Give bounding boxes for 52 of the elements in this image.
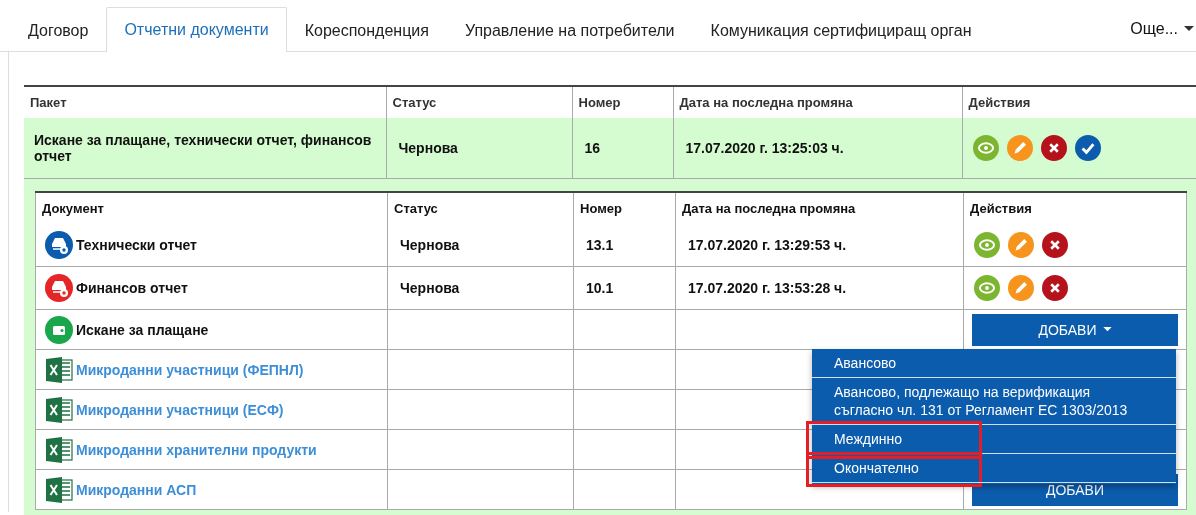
pencil-icon[interactable] (1006, 135, 1033, 161)
document-name: Технически отчет (76, 237, 197, 253)
menu-item[interactable]: Междинно (812, 425, 1176, 454)
spreadsheet-icon (45, 435, 73, 464)
document-name: Искане за плащане (76, 321, 209, 338)
document-link[interactable]: Микроданни АСП (76, 481, 197, 498)
wallet-icon (45, 315, 73, 344)
number-text: 13.1 (586, 237, 614, 253)
pencil-icon[interactable] (1008, 232, 1034, 258)
menu-item[interactable]: Окончателно (812, 454, 1176, 483)
view-icon[interactable] (972, 135, 999, 161)
column-header: Действия (963, 192, 1187, 224)
caret-icon (1184, 26, 1194, 32)
coin-document-icon (45, 274, 73, 302)
column-header: Действия (962, 86, 1196, 118)
table-cell: Чернова (386, 118, 572, 179)
close-icon[interactable] (1042, 275, 1068, 301)
date-text: 17.07.2020 г. 13:53:28 ч. (688, 280, 847, 296)
document-name: Финансов отчет (76, 280, 188, 296)
tab[interactable]: Комуникация сертифициращ орган (692, 8, 990, 52)
spreadsheet-icon (45, 355, 73, 384)
status-text: Чернова (400, 237, 460, 253)
number-text: 10.1 (586, 280, 614, 296)
pencil-icon[interactable] (1008, 275, 1034, 301)
document-link[interactable]: Микроданни участници (ЕСФ) (76, 401, 284, 418)
table-cell: 17.07.2020 г. 13:25:03 ч. (673, 118, 962, 179)
close-icon[interactable] (1042, 232, 1068, 258)
menu-item[interactable]: Авансово, подлежащо на верификация съгласно чл. 131 от Регламент ЕС 1303/2013 (812, 378, 1176, 425)
tab[interactable]: Договор (10, 8, 107, 52)
column-header: Дата на последна промяна (675, 192, 964, 224)
column-header: Статус (387, 192, 574, 224)
table-cell: Искане за плащане, технически отчет, финансов отчет (24, 118, 386, 179)
add-button[interactable]: ДОБАВИ (972, 313, 1178, 346)
tab[interactable]: Отчетни документи (106, 7, 287, 52)
close-icon[interactable] (1040, 135, 1067, 161)
menu-item[interactable]: Авансово (812, 349, 1176, 378)
tab[interactable]: Кореспонденция (286, 8, 447, 52)
caret-icon (1102, 327, 1112, 332)
status-text: Чернова (400, 280, 460, 296)
column-header: Номер (573, 192, 676, 224)
document-link[interactable]: Микроданни участници (ФЕПНЛ) (76, 361, 304, 378)
table-cell: 16 (572, 118, 673, 179)
document-link[interactable]: Микроданни хранителни продукти (76, 441, 317, 458)
column-header: Документ (35, 192, 388, 224)
spreadsheet-icon (45, 395, 73, 424)
date-text: 17.07.2020 г. 13:29:53 ч. (688, 237, 847, 253)
more-tab[interactable]: Още... (1130, 20, 1194, 38)
check-icon[interactable] (1074, 135, 1101, 161)
view-icon[interactable] (974, 275, 1000, 301)
spreadsheet-icon (45, 475, 73, 504)
tab[interactable]: Управление на потребители (446, 8, 693, 52)
view-icon[interactable] (974, 232, 1000, 258)
